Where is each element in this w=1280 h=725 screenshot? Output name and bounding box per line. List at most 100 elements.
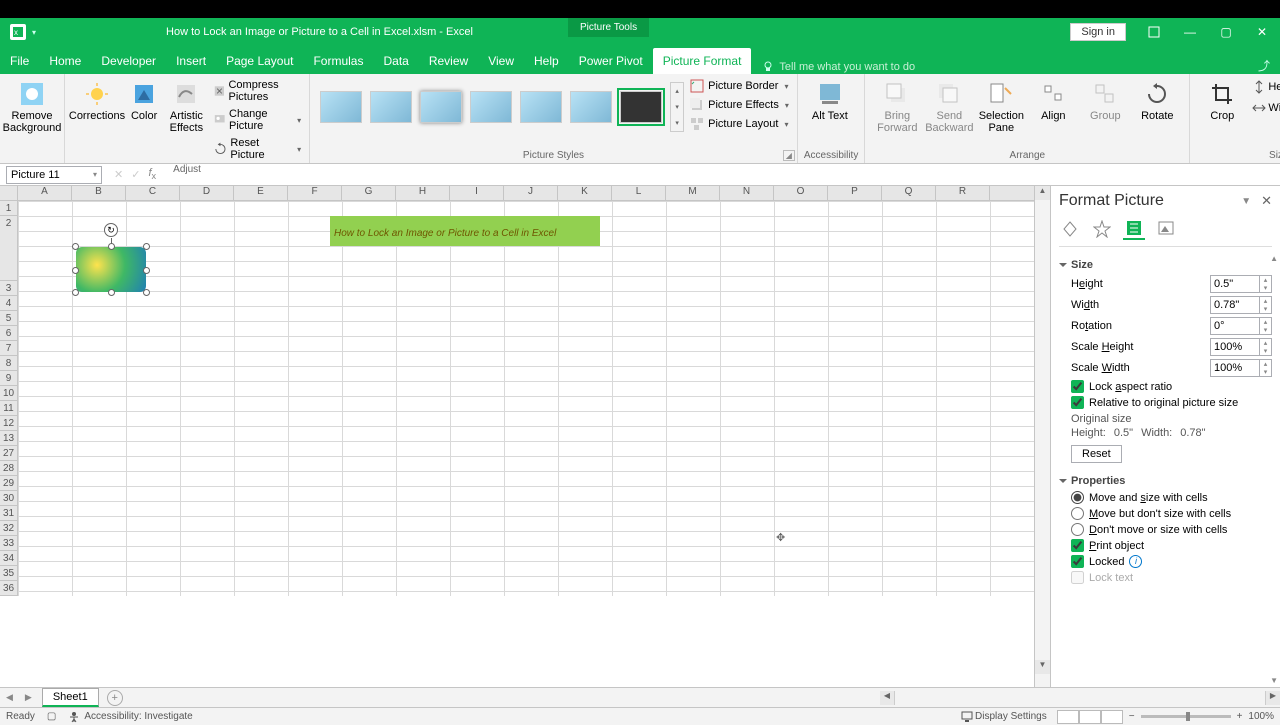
column-header[interactable]: C (126, 186, 180, 200)
dont-move-radio[interactable] (1071, 523, 1084, 536)
row-header[interactable]: 3 (0, 281, 17, 296)
row-header[interactable]: 2 (0, 216, 17, 281)
sheet-nav-next[interactable]: ▶ (19, 692, 38, 703)
row-header[interactable]: 10 (0, 386, 17, 401)
tab-formulas[interactable]: Formulas (303, 48, 373, 74)
row-header[interactable]: 1 (0, 201, 17, 216)
row-header[interactable]: 30 (0, 491, 17, 506)
picture-styles-gallery[interactable]: ▴▾▾ (316, 78, 688, 136)
row-header[interactable]: 34 (0, 551, 17, 566)
picture-border-button[interactable]: Picture Border▾ (688, 78, 791, 94)
info-icon[interactable]: i (1129, 555, 1142, 568)
row-header[interactable]: 32 (0, 521, 17, 536)
column-header[interactable]: N (720, 186, 774, 200)
pane-height-input[interactable] (1211, 276, 1259, 292)
style-thumb[interactable] (370, 91, 412, 123)
sheet-nav-prev[interactable]: ◀ (0, 692, 19, 703)
row-header[interactable]: 13 (0, 431, 17, 446)
relative-checkbox[interactable] (1071, 396, 1084, 409)
scroll-down-icon[interactable]: ▼ (1035, 660, 1050, 674)
alt-text-button[interactable]: Alt Text (804, 78, 856, 124)
column-header[interactable]: J (504, 186, 558, 200)
tab-pictureformat[interactable]: Picture Format (653, 48, 752, 74)
share-icon[interactable]: ⤴ (1248, 57, 1280, 74)
spinner[interactable]: ▴▾ (1259, 318, 1271, 334)
pane-scroll-up-icon[interactable]: ▲ (1270, 254, 1278, 263)
column-header[interactable]: P (828, 186, 882, 200)
display-settings[interactable]: Display Settings (975, 711, 1047, 722)
pane-close-button[interactable]: ✕ (1261, 193, 1272, 209)
tab-home[interactable]: Home (39, 48, 91, 74)
tab-pagelayout[interactable]: Page Layout (216, 48, 303, 74)
column-header[interactable]: D (180, 186, 234, 200)
tab-developer[interactable]: Developer (91, 48, 166, 74)
gallery-more-button[interactable]: ▴▾▾ (670, 82, 684, 132)
selection-pane-button[interactable]: Selection Pane (975, 78, 1027, 136)
row-header[interactable]: 33 (0, 536, 17, 551)
spinner[interactable]: ▴▾ (1259, 360, 1271, 376)
style-thumb[interactable] (320, 91, 362, 123)
tab-view[interactable]: View (478, 48, 524, 74)
horizontal-scrollbar[interactable]: ◀▶ (880, 691, 1280, 705)
column-header[interactable]: K (558, 186, 612, 200)
zoom-out-button[interactable]: − (1129, 711, 1135, 722)
row-header[interactable]: 6 (0, 326, 17, 341)
zoom-slider[interactable] (1141, 715, 1231, 718)
style-thumb-selected[interactable] (620, 91, 662, 123)
column-header[interactable]: Q (882, 186, 936, 200)
resize-handle[interactable] (108, 243, 115, 250)
properties-section-header[interactable]: Properties (1059, 475, 1272, 487)
move-size-radio[interactable] (1071, 491, 1084, 504)
crop-button[interactable]: Crop (1196, 78, 1248, 124)
rotate-handle-icon[interactable]: ↻ (104, 223, 118, 237)
pane-dropdown-icon[interactable]: ▼ (1241, 196, 1251, 207)
new-sheet-button[interactable]: + (107, 690, 123, 706)
row-header[interactable]: 4 (0, 296, 17, 311)
column-header[interactable]: L (612, 186, 666, 200)
pane-scaleh-input[interactable] (1211, 339, 1259, 355)
resize-handle[interactable] (72, 243, 79, 250)
column-header[interactable]: B (72, 186, 126, 200)
maximize-button[interactable]: ▢ (1208, 18, 1244, 46)
row-header[interactable]: 7 (0, 341, 17, 356)
pane-rotation-input[interactable] (1211, 318, 1259, 334)
tab-review[interactable]: Review (419, 48, 478, 74)
row-header[interactable]: 28 (0, 461, 17, 476)
page-break-view-button[interactable] (1101, 710, 1123, 724)
scroll-up-icon[interactable]: ▲ (1035, 186, 1050, 200)
column-header[interactable]: M (666, 186, 720, 200)
resize-handle[interactable] (72, 289, 79, 296)
resize-handle[interactable] (143, 243, 150, 250)
style-thumb[interactable] (420, 91, 462, 123)
close-button[interactable]: ✕ (1244, 18, 1280, 46)
style-thumb[interactable] (470, 91, 512, 123)
reset-picture-button[interactable]: Reset Picture▾ (212, 136, 304, 162)
column-header[interactable]: H (396, 186, 450, 200)
sheet-tab[interactable]: Sheet1 (42, 688, 99, 707)
column-header[interactable]: E (234, 186, 288, 200)
macro-record-icon[interactable]: ▢ (47, 711, 56, 722)
row-header[interactable]: 5 (0, 311, 17, 326)
row-header[interactable]: 9 (0, 371, 17, 386)
zoom-in-button[interactable]: + (1237, 711, 1243, 722)
column-header[interactable]: G (342, 186, 396, 200)
zoom-level[interactable]: 100% (1248, 711, 1274, 722)
spinner[interactable]: ▴▾ (1259, 297, 1271, 313)
column-header[interactable]: F (288, 186, 342, 200)
locked-checkbox[interactable] (1071, 555, 1084, 568)
row-header[interactable]: 31 (0, 506, 17, 521)
artistic-effects-button[interactable]: Artistic Effects (165, 78, 207, 136)
spinner[interactable]: ▴▾ (1259, 339, 1271, 355)
row-header[interactable]: 35 (0, 566, 17, 581)
tab-data[interactable]: Data (373, 48, 418, 74)
spinner[interactable]: ▴▾ (1259, 276, 1271, 292)
signin-button[interactable]: Sign in (1070, 23, 1126, 41)
lock-aspect-checkbox[interactable] (1071, 380, 1084, 393)
align-button[interactable]: Align (1027, 78, 1079, 124)
row-header[interactable]: 36 (0, 581, 17, 596)
corrections-button[interactable]: Corrections (71, 78, 123, 124)
fill-line-tab-icon[interactable] (1059, 218, 1081, 240)
styles-launcher-icon[interactable]: ◢ (783, 150, 795, 161)
column-header[interactable]: R (936, 186, 990, 200)
resize-handle[interactable] (143, 289, 150, 296)
